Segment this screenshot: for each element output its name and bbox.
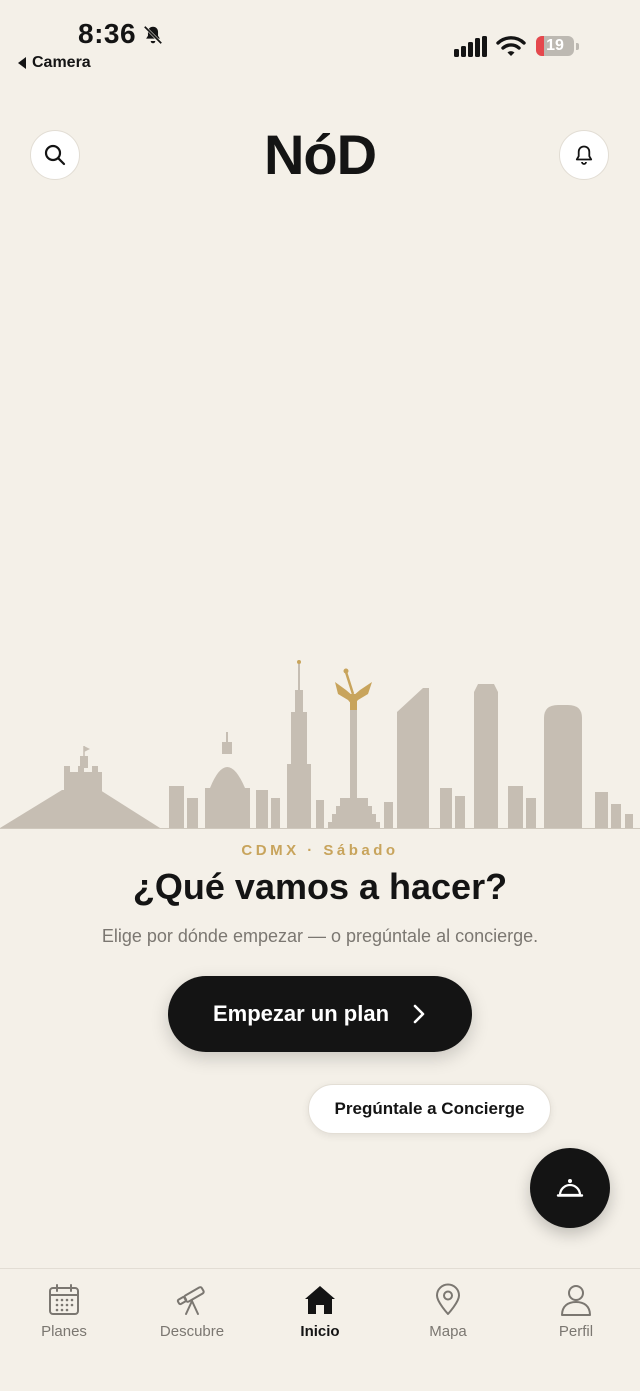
tab-label: Descubre: [159, 1323, 225, 1340]
home-icon: [305, 1286, 335, 1314]
calendar-icon: [49, 1284, 79, 1315]
battery-level: 19: [546, 37, 564, 54]
wifi-icon: [496, 36, 526, 56]
app-logo: NóD: [263, 123, 377, 186]
telescope-icon: [176, 1286, 205, 1315]
tab-label: Planes: [41, 1323, 87, 1340]
page-headline: ¿Qué vamos a hacer?: [132, 866, 508, 907]
cdmx-skyline-illustration: [0, 660, 640, 829]
back-arrow-icon: [18, 57, 26, 69]
status-time: 8:36: [78, 18, 137, 49]
ask-concierge-label: Pregúntale a Concierge: [334, 1099, 525, 1118]
tab-label: Inicio: [300, 1323, 340, 1340]
city-day-kicker: CDMX · Sábado: [241, 842, 399, 859]
tab-inicio[interactable]: Inicio: [256, 1283, 384, 1340]
silent-bell-icon: [143, 25, 163, 45]
tab-mapa[interactable]: Mapa: [384, 1283, 512, 1340]
page-subtitle: Elige por dónde empezar — o pregúntale a…: [101, 926, 539, 946]
ask-concierge-pill[interactable]: Pregúntale a Concierge: [308, 1084, 551, 1134]
tab-label: Mapa: [429, 1323, 467, 1340]
notifications-button[interactable]: [559, 130, 609, 180]
cellular-signal-icon: [454, 36, 487, 57]
person-icon: [561, 1285, 591, 1316]
tab-label: Perfil: [558, 1323, 594, 1340]
bottom-tab-bar: Planes Descubre Inicio Mapa Perfil: [0, 1268, 640, 1391]
battery-indicator: 19: [536, 36, 580, 58]
chevron-right-icon: [413, 1004, 425, 1024]
back-to-camera[interactable]: Camera: [18, 54, 91, 72]
tab-perfil[interactable]: Perfil: [512, 1283, 640, 1340]
service-bell-icon: [556, 1179, 584, 1197]
tab-planes[interactable]: Planes: [0, 1283, 128, 1340]
back-label: Camera: [32, 54, 91, 71]
start-plan-button[interactable]: Empezar un plan: [168, 976, 472, 1052]
tab-descubre[interactable]: Descubre: [128, 1283, 256, 1340]
map-pin-icon: [436, 1283, 460, 1315]
start-plan-label: Empezar un plan: [212, 1001, 390, 1026]
bell-icon: [575, 145, 593, 165]
concierge-fab[interactable]: [530, 1148, 610, 1228]
